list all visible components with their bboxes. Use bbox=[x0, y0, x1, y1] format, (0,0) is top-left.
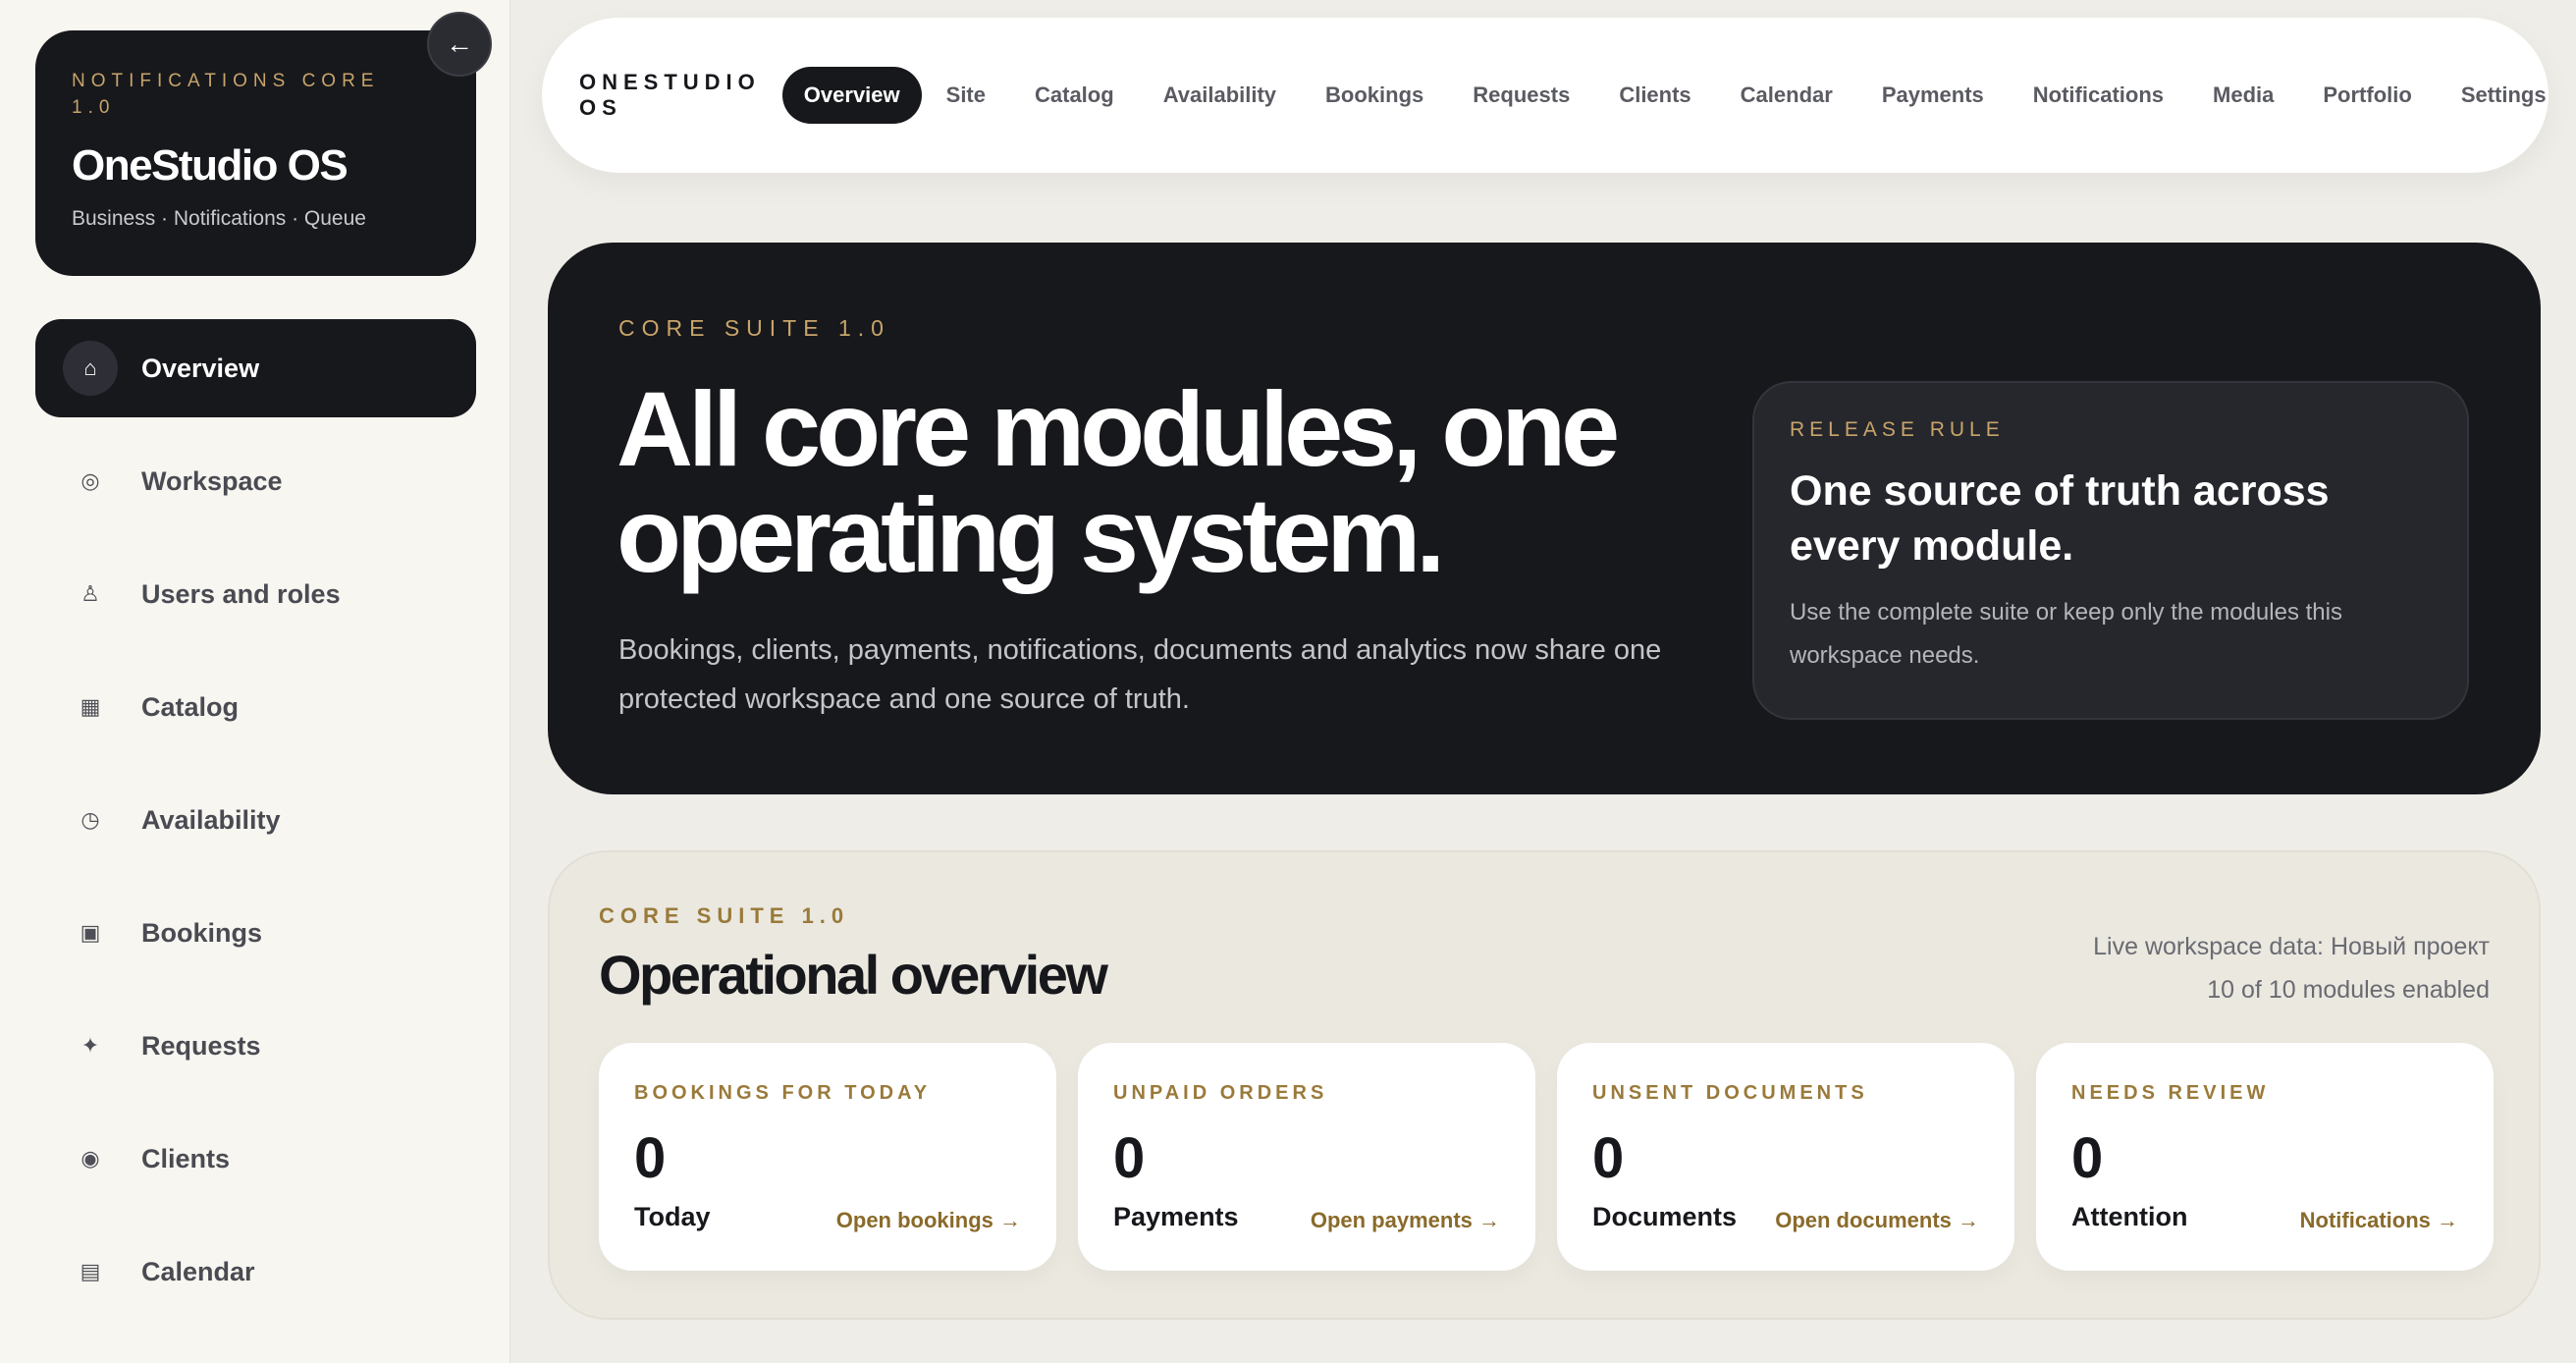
users-icon: ♙ bbox=[80, 581, 100, 606]
app-root: NOTIFICATIONS CORE 1.0 OneStudio OS Busi… bbox=[0, 0, 2576, 1363]
open-payments-link[interactable]: Open payments → bbox=[1311, 1208, 1500, 1233]
sidebar-item-requests[interactable]: ✦ Requests bbox=[35, 997, 476, 1095]
release-rule-card: RELEASE RULE One source of truth across … bbox=[1752, 381, 2469, 720]
top-nav: ONESTUDIO OS Overview Site Catalog Avail… bbox=[542, 18, 2549, 173]
tab-requests[interactable]: Requests bbox=[1448, 67, 1594, 124]
metric-card-label: Payments bbox=[1113, 1202, 1239, 1231]
release-rule-eyebrow: RELEASE RULE bbox=[1790, 418, 2005, 441]
metric-card-needs-review: NEEDS REVIEW 0 Attention Notifications → bbox=[2036, 1043, 2494, 1271]
clock-icon: ◷ bbox=[80, 807, 100, 832]
arrow-left-icon: ← bbox=[446, 28, 473, 59]
sidebar-item-users-and-roles[interactable]: ♙ Users and roles bbox=[35, 545, 476, 643]
tab-catalog[interactable]: Catalog bbox=[1010, 67, 1139, 124]
brand-eyebrow: NOTIFICATIONS CORE 1.0 bbox=[72, 71, 380, 118]
tab-clients[interactable]: Clients bbox=[1594, 67, 1715, 124]
metric-card-unpaid-orders: UNPAID ORDERS 0 Payments Open payments → bbox=[1078, 1043, 1535, 1271]
hero-title: All core modules, one operating system. bbox=[617, 369, 1620, 594]
tab-portfolio[interactable]: Portfolio bbox=[2298, 67, 2436, 124]
sidebar-item-workspace[interactable]: ◎ Workspace bbox=[35, 432, 476, 530]
metric-card-eyebrow: UNPAID ORDERS bbox=[1113, 1082, 1328, 1104]
release-rule-title: One source of truth across every module. bbox=[1790, 467, 2330, 570]
sidebar-item-clients[interactable]: ◉ Clients bbox=[35, 1110, 476, 1208]
sidebar-nav: ⌂ Overview ◎ Workspace ♙ Users and roles… bbox=[35, 319, 476, 1336]
sidebar-item-overview[interactable]: ⌂ Overview bbox=[35, 319, 476, 417]
release-rule-description: Use the complete suite or keep only the … bbox=[1790, 599, 2342, 669]
tab-bookings[interactable]: Bookings bbox=[1301, 67, 1448, 124]
brand-subtitle: Business · Notifications · Queue bbox=[72, 207, 366, 230]
collapse-sidebar-button[interactable]: ← bbox=[427, 12, 492, 77]
overview-eyebrow: CORE SUITE 1.0 bbox=[599, 903, 850, 928]
metric-card-label: Documents bbox=[1592, 1202, 1738, 1231]
hero-panel: CORE SUITE 1.0 All core modules, one ope… bbox=[548, 243, 2541, 794]
tab-site[interactable]: Site bbox=[922, 67, 1010, 124]
workspace-icon: ◎ bbox=[80, 468, 100, 493]
tab-overview[interactable]: Overview bbox=[781, 67, 922, 124]
top-brand: ONESTUDIO OS bbox=[579, 70, 761, 120]
sidebar-item-bookings[interactable]: ▣ Bookings bbox=[35, 884, 476, 982]
tab-availability[interactable]: Availability bbox=[1139, 67, 1301, 124]
overview-meta: Live workspace data: Новый проект 10 of … bbox=[2093, 925, 2490, 1011]
metric-card-eyebrow: NEEDS REVIEW bbox=[2071, 1082, 2270, 1104]
metric-cards: BOOKINGS FOR TODAY 0 Today Open bookings… bbox=[599, 1043, 2494, 1271]
hero-eyebrow: CORE SUITE 1.0 bbox=[618, 315, 890, 341]
tab-media[interactable]: Media bbox=[2188, 67, 2298, 124]
brand-card: NOTIFICATIONS CORE 1.0 OneStudio OS Busi… bbox=[35, 30, 476, 276]
metric-card-value: 0 bbox=[1592, 1126, 1625, 1190]
metric-card-label: Today bbox=[634, 1202, 711, 1231]
home-icon: ⌂ bbox=[63, 341, 118, 396]
sidebar-item-label: Availability bbox=[141, 804, 281, 835]
sidebar-item-availability[interactable]: ◷ Availability bbox=[35, 771, 476, 869]
open-documents-link[interactable]: Open documents → bbox=[1775, 1208, 1979, 1233]
sidebar-item-label: Bookings bbox=[141, 917, 263, 948]
metric-card-value: 0 bbox=[2071, 1126, 2104, 1190]
catalog-icon: ▦ bbox=[80, 694, 101, 719]
sidebar-item-label: Calendar bbox=[141, 1256, 255, 1286]
calendar-icon: ▤ bbox=[80, 1259, 101, 1283]
metric-card-value: 0 bbox=[1113, 1126, 1146, 1190]
tab-settings[interactable]: Settings bbox=[2437, 67, 2571, 124]
tab-notifications[interactable]: Notifications bbox=[2009, 67, 2188, 124]
sidebar-item-catalog[interactable]: ▦ Catalog bbox=[35, 658, 476, 756]
sidebar-item-label: Overview bbox=[141, 353, 260, 383]
hero-description: Bookings, clients, payments, notificatio… bbox=[618, 634, 1662, 715]
metric-card-eyebrow: BOOKINGS FOR TODAY bbox=[634, 1082, 932, 1104]
sidebar-item-calendar[interactable]: ▤ Calendar bbox=[35, 1223, 476, 1321]
tab-payments[interactable]: Payments bbox=[1857, 67, 2009, 124]
metric-card-bookings: BOOKINGS FOR TODAY 0 Today Open bookings… bbox=[599, 1043, 1056, 1271]
metric-card-unsent-documents: UNSENT DOCUMENTS 0 Documents Open docume… bbox=[1557, 1043, 2014, 1271]
sidebar-item-label: Users and roles bbox=[141, 578, 341, 609]
brand-title: OneStudio OS bbox=[72, 141, 349, 190]
sidebar-item-label: Clients bbox=[141, 1143, 231, 1173]
workspace-data-label: Live workspace data: Новый проект bbox=[2093, 933, 2490, 960]
metric-card-value: 0 bbox=[634, 1126, 667, 1190]
metric-card-label: Attention bbox=[2071, 1202, 2188, 1231]
open-bookings-link[interactable]: Open bookings → bbox=[836, 1208, 1021, 1233]
bookings-icon: ▣ bbox=[80, 920, 101, 945]
sparkle-icon: ✦ bbox=[80, 1033, 100, 1058]
modules-enabled-label: 10 of 10 modules enabled bbox=[2207, 976, 2490, 1004]
sidebar-item-label: Requests bbox=[141, 1030, 261, 1061]
notifications-link[interactable]: Notifications → bbox=[2300, 1208, 2458, 1233]
sidebar-item-label: Catalog bbox=[141, 691, 240, 722]
client-icon: ◉ bbox=[80, 1146, 100, 1171]
top-tabs: Overview Site Catalog Availability Booki… bbox=[781, 67, 2571, 124]
metric-card-eyebrow: UNSENT DOCUMENTS bbox=[1592, 1082, 1868, 1104]
sidebar-item-label: Workspace bbox=[141, 465, 283, 496]
overview-title: Operational overview bbox=[599, 944, 1108, 1006]
tab-calendar[interactable]: Calendar bbox=[1716, 67, 1857, 124]
sidebar: NOTIFICATIONS CORE 1.0 OneStudio OS Busi… bbox=[0, 0, 510, 1363]
operational-overview: CORE SUITE 1.0 Operational overview Live… bbox=[548, 850, 2541, 1320]
